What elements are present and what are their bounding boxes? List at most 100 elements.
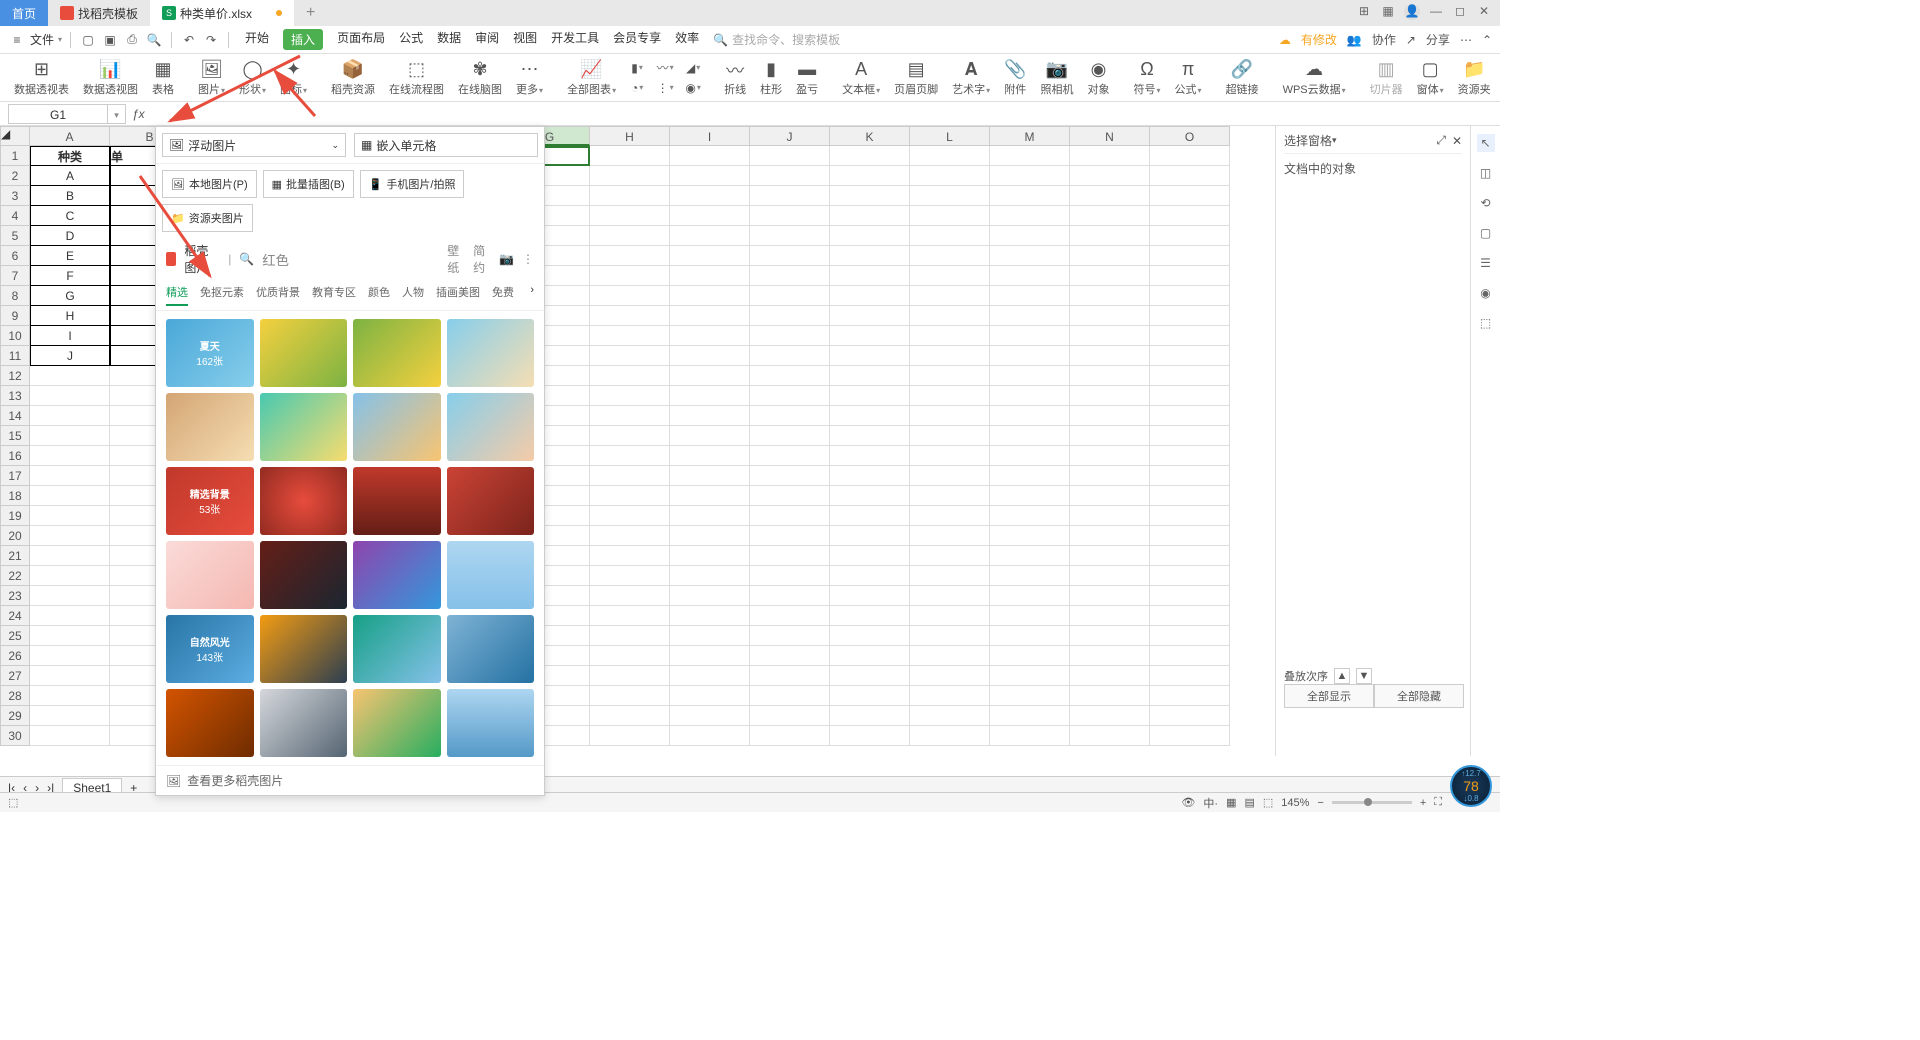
cell[interactable]: [910, 246, 990, 266]
cell[interactable]: [670, 526, 750, 546]
cell[interactable]: [990, 466, 1070, 486]
pivot-table-button[interactable]: ⊞数据透视表: [8, 59, 75, 97]
cell[interactable]: [30, 506, 110, 526]
image-thumb[interactable]: [166, 541, 254, 609]
material-button[interactable]: 📦稻壳资源: [325, 59, 381, 97]
row-header[interactable]: 11: [0, 346, 30, 366]
select-tool-icon[interactable]: ↖: [1477, 134, 1495, 152]
cell[interactable]: [1150, 326, 1230, 346]
chart-other-icon[interactable]: ◉: [684, 79, 702, 97]
preview-icon[interactable]: 🔍: [145, 31, 163, 49]
image-thumb[interactable]: [447, 319, 535, 387]
image-thumb[interactable]: [353, 467, 441, 535]
cell[interactable]: [910, 626, 990, 646]
cell[interactable]: [990, 346, 1070, 366]
cell[interactable]: [910, 226, 990, 246]
cell[interactable]: [1150, 506, 1230, 526]
cell[interactable]: [750, 486, 830, 506]
flowchart-button[interactable]: ⬚在线流程图: [383, 59, 450, 97]
cell[interactable]: [30, 686, 110, 706]
embed-cell-button[interactable]: ▦嵌入单元格: [354, 133, 538, 157]
tab-illust[interactable]: 插画美图: [436, 284, 480, 306]
folder-image-button[interactable]: 📁资源夹图片: [162, 204, 253, 232]
cell[interactable]: [670, 306, 750, 326]
cell[interactable]: [990, 726, 1070, 746]
cell[interactable]: [750, 166, 830, 186]
cell[interactable]: [1070, 506, 1150, 526]
mindmap-button[interactable]: ✾在线脑图: [452, 59, 508, 97]
file-menu[interactable]: 文件: [30, 31, 54, 48]
cell[interactable]: [1150, 586, 1230, 606]
cell[interactable]: [590, 146, 670, 166]
image-thumb[interactable]: [260, 541, 348, 609]
cell[interactable]: [990, 266, 1070, 286]
float-image-select[interactable]: 🖼浮动图片⌄: [162, 133, 346, 157]
close-button[interactable]: ✕: [1476, 4, 1492, 20]
cell[interactable]: [910, 166, 990, 186]
table-button[interactable]: ▦表格: [146, 59, 180, 97]
cell[interactable]: [1070, 626, 1150, 646]
row-header[interactable]: 1: [0, 146, 30, 166]
row-header[interactable]: 27: [0, 666, 30, 686]
cell[interactable]: [830, 626, 910, 646]
cell[interactable]: [750, 726, 830, 746]
column-header[interactable]: J: [750, 126, 830, 146]
symbol-button[interactable]: Ω符号: [1128, 59, 1167, 97]
performance-widget[interactable]: ↑12.7 78 ↓0.8: [1450, 765, 1492, 807]
cell[interactable]: [990, 166, 1070, 186]
wordart-button[interactable]: 𝐀艺术字: [946, 59, 996, 97]
view-break-icon[interactable]: ⬚: [1263, 796, 1273, 809]
tab-data[interactable]: 数据: [437, 29, 461, 50]
cell[interactable]: [750, 306, 830, 326]
cell[interactable]: [670, 246, 750, 266]
cell[interactable]: [670, 726, 750, 746]
tab-scroll-icon[interactable]: ›: [530, 284, 534, 306]
cell[interactable]: [590, 666, 670, 686]
form-button[interactable]: ▢窗体: [1411, 59, 1450, 97]
tool-icon[interactable]: ⬚: [1477, 314, 1495, 332]
cell[interactable]: [1070, 346, 1150, 366]
all-charts-button[interactable]: 📈全部图表: [561, 59, 622, 97]
cell[interactable]: [830, 466, 910, 486]
cell[interactable]: [1150, 566, 1230, 586]
image-thumb[interactable]: [353, 393, 441, 461]
cell[interactable]: [1150, 706, 1230, 726]
tab-eff[interactable]: 效率: [675, 29, 699, 50]
row-header[interactable]: 28: [0, 686, 30, 706]
image-thumb[interactable]: [166, 689, 254, 757]
show-all-button[interactable]: 全部显示: [1284, 684, 1374, 708]
cell[interactable]: [1150, 606, 1230, 626]
cell[interactable]: [670, 326, 750, 346]
cell[interactable]: [30, 646, 110, 666]
cell[interactable]: [30, 666, 110, 686]
new-icon[interactable]: ▢: [79, 31, 97, 49]
cell[interactable]: [1070, 526, 1150, 546]
cell[interactable]: [590, 686, 670, 706]
cell[interactable]: [30, 366, 110, 386]
maximize-button[interactable]: ◻: [1452, 4, 1468, 20]
cell[interactable]: [590, 386, 670, 406]
image-thumb[interactable]: [353, 541, 441, 609]
cell[interactable]: [1070, 546, 1150, 566]
tab-insert[interactable]: 插入: [283, 29, 323, 50]
image-thumb[interactable]: [353, 689, 441, 757]
grid-icon[interactable]: ⊞: [1356, 4, 1372, 20]
tool-icon[interactable]: ◫: [1477, 164, 1495, 182]
cell[interactable]: [1150, 626, 1230, 646]
cell[interactable]: [830, 566, 910, 586]
cell[interactable]: [670, 366, 750, 386]
cell[interactable]: J: [30, 346, 110, 366]
image-thumb[interactable]: [353, 319, 441, 387]
chart-area-icon[interactable]: ◢: [684, 59, 702, 77]
more-icon[interactable]: ⋯: [1460, 33, 1472, 47]
cell[interactable]: [1070, 406, 1150, 426]
minimize-button[interactable]: —: [1428, 4, 1444, 20]
cell[interactable]: [990, 426, 1070, 446]
cell[interactable]: [1070, 326, 1150, 346]
move-up-button[interactable]: ▲: [1334, 668, 1350, 684]
cell[interactable]: [910, 526, 990, 546]
cell[interactable]: [990, 186, 1070, 206]
hyperlink-button[interactable]: 🔗超链接: [1220, 59, 1265, 97]
cell[interactable]: [670, 426, 750, 446]
row-header[interactable]: 4: [0, 206, 30, 226]
